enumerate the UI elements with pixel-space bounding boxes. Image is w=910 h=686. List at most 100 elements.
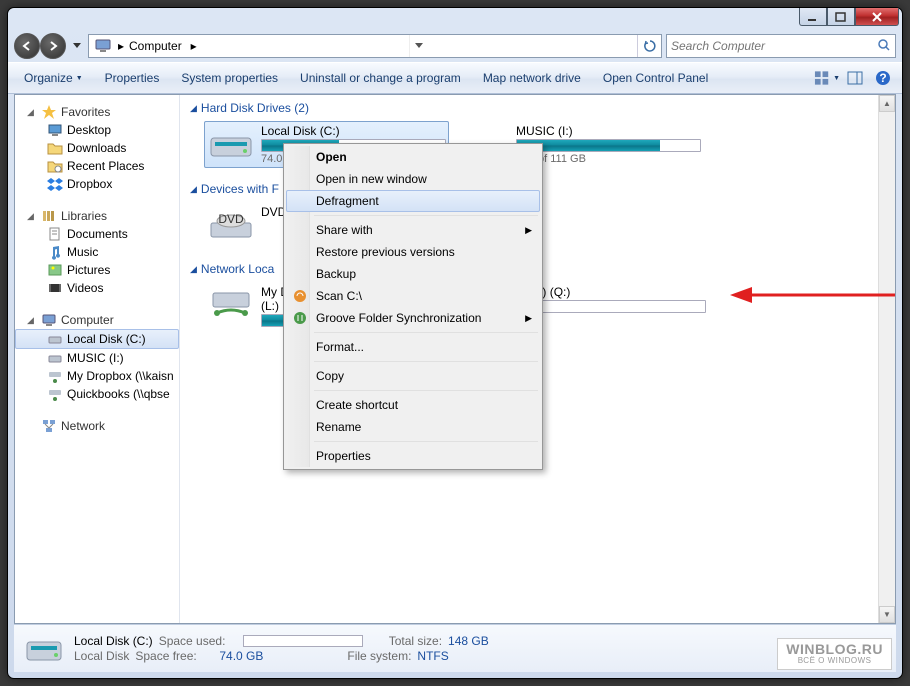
- nav-music-disk[interactable]: MUSIC (I:): [15, 349, 179, 367]
- refresh-button[interactable]: [637, 35, 661, 57]
- chevron-right-icon[interactable]: ▸: [188, 39, 200, 53]
- nav-forward-button[interactable]: [40, 33, 66, 59]
- uninstall-button[interactable]: Uninstall or change a program: [290, 66, 471, 90]
- ctx-create-shortcut[interactable]: Create shortcut: [286, 394, 540, 416]
- group-hard-disk-drives[interactable]: ◢ Hard Disk Drives (2): [190, 101, 868, 115]
- explorer-window: ▸ Computer ▸ Organize▼ Properties System…: [7, 7, 903, 679]
- context-menu-separator: [314, 361, 538, 362]
- status-total-value: 148 GB: [448, 634, 489, 648]
- properties-button[interactable]: Properties: [95, 66, 170, 90]
- ctx-copy[interactable]: Copy: [286, 365, 540, 387]
- ctx-format[interactable]: Format...: [286, 336, 540, 358]
- minimize-button[interactable]: [799, 8, 827, 26]
- collapse-icon: ◢: [190, 184, 197, 195]
- control-panel-button[interactable]: Open Control Panel: [593, 66, 718, 90]
- preview-pane-button[interactable]: [842, 66, 868, 90]
- nav-network-dropbox[interactable]: My Dropbox (\\kaisn: [15, 367, 179, 385]
- nav-documents[interactable]: Documents: [15, 225, 179, 243]
- nav-network-quickbooks[interactable]: Quickbooks (\\qbse: [15, 385, 179, 403]
- nav-favorites-label: Favorites: [61, 105, 110, 119]
- scroll-thumb[interactable]: [879, 112, 895, 606]
- ctx-rename[interactable]: Rename: [286, 416, 540, 438]
- nav-desktop[interactable]: Desktop: [15, 121, 179, 139]
- nav-downloads[interactable]: Downloads: [15, 139, 179, 157]
- nav-local-disk-c[interactable]: Local Disk (C:): [15, 329, 179, 349]
- search-box[interactable]: [666, 34, 896, 58]
- pictures-icon: [47, 262, 63, 278]
- watermark: WINBLOG.RU ВСЁ О WINDOWS: [777, 638, 892, 670]
- close-button[interactable]: [855, 8, 899, 26]
- nav-network-header[interactable]: ▷ Network: [15, 417, 179, 435]
- address-input[interactable]: ▸ Computer ▸: [88, 34, 662, 58]
- dropbox-icon: [47, 176, 63, 192]
- chevron-right-icon: ▶: [525, 313, 532, 324]
- nav-videos[interactable]: Videos: [15, 279, 179, 297]
- nav-back-button[interactable]: [14, 33, 40, 59]
- nav-recent-places[interactable]: Recent Places: [15, 157, 179, 175]
- collapse-icon: ◢: [190, 103, 197, 114]
- computer-icon: [41, 312, 57, 328]
- svg-text:DVD: DVD: [218, 212, 244, 226]
- breadcrumb-computer[interactable]: Computer: [127, 35, 188, 57]
- help-button[interactable]: ?: [870, 66, 896, 90]
- nav-music[interactable]: Music: [15, 243, 179, 261]
- chevron-right-icon[interactable]: ▸: [115, 39, 127, 53]
- address-dropdown[interactable]: [409, 35, 427, 57]
- drive-space-bar: [516, 139, 701, 152]
- nav-dropbox[interactable]: Dropbox: [15, 175, 179, 193]
- navigation-pane: ◢ Favorites Desktop Downloads Recent Pla…: [15, 95, 180, 623]
- svg-text:?: ?: [879, 71, 886, 85]
- ctx-backup[interactable]: Backup: [286, 263, 540, 285]
- status-space-used-label: Space used:: [159, 634, 237, 648]
- status-space-bar: [243, 635, 363, 647]
- disk-icon: [47, 331, 63, 347]
- downloads-icon: [47, 140, 63, 156]
- map-drive-button[interactable]: Map network drive: [473, 66, 591, 90]
- disk-icon: [47, 350, 63, 366]
- favorites-icon: [41, 104, 57, 120]
- address-bar: ▸ Computer ▸: [8, 30, 902, 62]
- status-subtitle: Local Disk: [74, 649, 129, 663]
- ctx-share-with[interactable]: Share with▶: [286, 219, 540, 241]
- network-drive-icon: [207, 285, 255, 325]
- ctx-open[interactable]: Open: [286, 146, 540, 168]
- collapse-icon: ◢: [190, 264, 197, 275]
- ctx-open-new-window[interactable]: Open in new window: [286, 168, 540, 190]
- collapse-icon: ◢: [27, 211, 37, 222]
- context-menu: Open Open in new window Defragment Share…: [283, 143, 543, 470]
- system-properties-button[interactable]: System properties: [171, 66, 288, 90]
- scroll-up-button[interactable]: ▲: [879, 95, 895, 112]
- ctx-properties[interactable]: Properties: [286, 445, 540, 467]
- nav-network-label: Network: [61, 419, 105, 433]
- dvd-icon: DVD: [207, 205, 255, 245]
- maximize-button[interactable]: [827, 8, 855, 26]
- status-space-free-value: 74.0 GB: [219, 649, 263, 663]
- recent-places-icon: [47, 158, 63, 174]
- disk-icon: [207, 124, 255, 164]
- ctx-restore-versions[interactable]: Restore previous versions: [286, 241, 540, 263]
- nav-computer-header[interactable]: ◢ Computer: [15, 311, 179, 329]
- ctx-groove-sync[interactable]: Groove Folder Synchronization▶: [286, 307, 540, 329]
- nav-libraries-label: Libraries: [61, 209, 107, 223]
- context-menu-separator: [314, 215, 538, 216]
- network-drive-icon: [47, 386, 63, 402]
- search-input[interactable]: [671, 39, 877, 53]
- scan-icon: [292, 288, 308, 304]
- drive-name-label: Local Disk (C:): [261, 124, 446, 138]
- nav-libraries-header[interactable]: ◢ Libraries: [15, 207, 179, 225]
- nav-history-dropdown[interactable]: [70, 43, 84, 49]
- titlebar: [8, 8, 902, 30]
- documents-icon: [47, 226, 63, 242]
- status-fs-label: File system:: [347, 649, 411, 663]
- ctx-scan[interactable]: Scan C:\: [286, 285, 540, 307]
- status-space-free-label: Space free:: [135, 649, 213, 663]
- music-icon: [47, 244, 63, 260]
- scrollbar[interactable]: ▲ ▼: [878, 95, 895, 623]
- scroll-down-button[interactable]: ▼: [879, 606, 895, 623]
- nav-favorites-header[interactable]: ◢ Favorites: [15, 103, 179, 121]
- ctx-defragment[interactable]: Defragment: [286, 190, 540, 212]
- view-options-button[interactable]: ▼: [814, 66, 840, 90]
- organize-menu[interactable]: Organize▼: [14, 66, 93, 90]
- nav-pictures[interactable]: Pictures: [15, 261, 179, 279]
- network-icon: [41, 418, 57, 434]
